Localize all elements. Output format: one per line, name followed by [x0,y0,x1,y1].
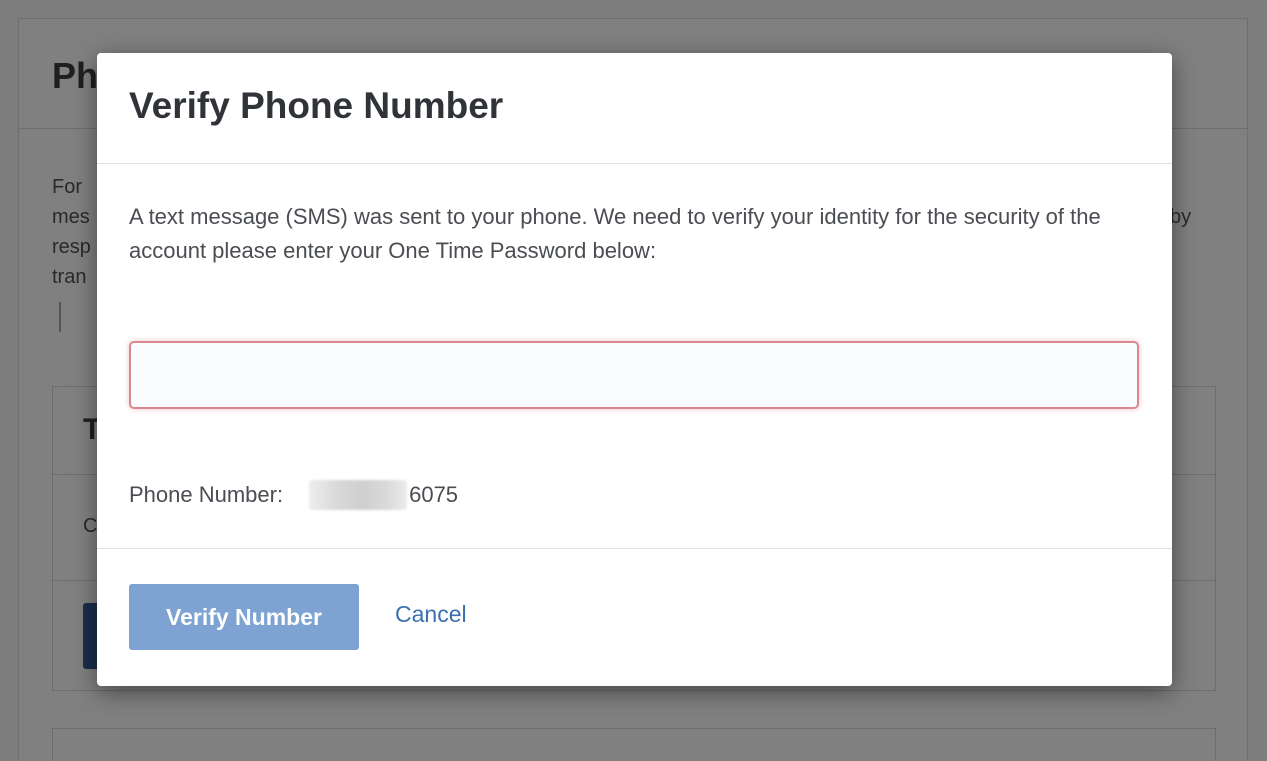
modal-title: Verify Phone Number [129,85,504,126]
background-right-fragment: by [1170,206,1192,228]
verify-phone-modal: Verify Phone Number A text message (SMS)… [97,53,1172,686]
modal-message: A text message (SMS) was sent to your ph… [129,204,1101,263]
otp-input[interactable] [129,341,1139,409]
background-page-title: Ph [52,55,99,96]
background-card-2 [52,728,1216,761]
cancel-link[interactable]: Cancel [395,601,467,628]
modal-body: A text message (SMS) was sent to your ph… [97,164,1172,549]
phone-number-redacted [309,480,408,510]
verify-number-button[interactable]: Verify Number [129,584,359,650]
text-cursor [59,302,61,332]
modal-footer: Verify Number Cancel [97,549,1172,685]
phone-number-digits: 6075 [409,482,459,507]
background-card-text: C [83,515,98,537]
modal-header: Verify Phone Number [97,53,1172,164]
phone-number-label: Phone Number: [129,482,284,507]
phone-number-row: Phone Number: 6075 [129,480,458,510]
